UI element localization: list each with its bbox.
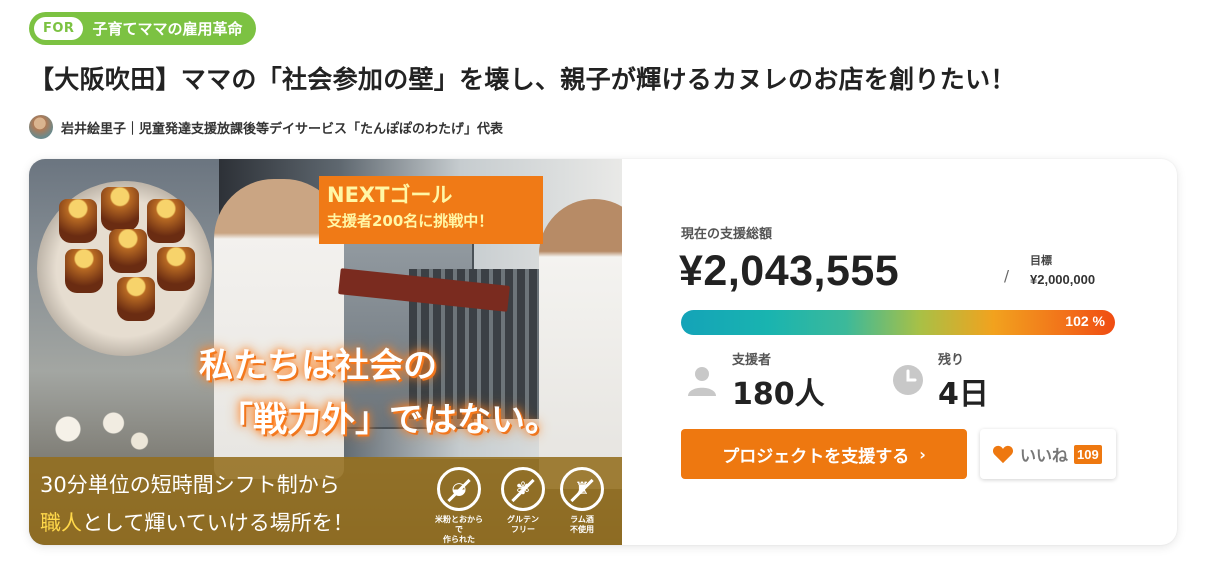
- project-title: 【大阪吹田】ママの「社会参加の壁」を壊し、親子が輝けるカヌレのお店を創りたい！: [29, 65, 1016, 94]
- person-icon: [688, 367, 716, 396]
- remaining-label: 残り: [938, 353, 965, 368]
- chevron-right-icon: ›: [919, 444, 926, 464]
- supporters-label: 支援者: [732, 353, 772, 368]
- project-card: NEXTゴール 支援者200名に挑戦中！ 私たちは社会の 「戦力外」ではない。 …: [29, 159, 1177, 545]
- tag-prefix: FOR: [34, 17, 84, 40]
- avatar: [29, 115, 53, 139]
- headline-line-2: 「戦力外」ではない。: [219, 400, 559, 440]
- funding-panel: 現在の支援総額 ¥2,043,555 / 目標 ¥2,000,000 102 %…: [622, 159, 1177, 545]
- hero-headline: 私たちは社会の 「戦力外」ではない。: [199, 339, 559, 447]
- amount-separator: /: [1004, 267, 1010, 285]
- headline-line-1: 私たちは社会の: [199, 346, 437, 386]
- progress-percent: 102 %: [1065, 313, 1105, 329]
- progress-fill: [681, 310, 1115, 335]
- hero-caption-band: 30分単位の短時間シフト制から 職人として輝いていける場所を！ ◒ 米粉とおから…: [29, 457, 622, 545]
- project-owner[interactable]: 岩井絵里子｜児童発達支援放課後等デイサービス「たんぽぽのわたげ」代表: [29, 114, 503, 140]
- hero-image: NEXTゴール 支援者200名に挑戦中！ 私たちは社会の 「戦力外」ではない。 …: [29, 159, 622, 545]
- total-label: 現在の支援総額: [681, 227, 773, 242]
- flower-decoration: [29, 399, 159, 459]
- goal-label: 目標: [1030, 254, 1052, 267]
- band-line-1: 30分単位の短時間シフト制から: [40, 473, 340, 497]
- heart-icon: [992, 445, 1014, 464]
- bottle-badge: ♜ ラム酒 不使用: [558, 467, 606, 535]
- rice-bowl-badge: ◒ 米粉とおからで 作られた: [435, 467, 483, 545]
- band-line-2: 職人として輝いていける場所を！: [40, 507, 354, 537]
- next-goal-subtitle: 支援者200名に挑戦中！: [327, 212, 494, 230]
- supporters-value: 180人: [732, 377, 825, 412]
- remaining-value: 4日: [938, 377, 989, 412]
- band-line-2-rest: として輝いていける場所を！: [82, 511, 354, 535]
- tag-label: 子育てママの雇用革命: [92, 20, 243, 38]
- support-project-button[interactable]: プロジェクトを支援する ›: [681, 429, 967, 479]
- wheat-badge: ✾ グルテン フリー: [499, 467, 547, 535]
- next-goal-title: NEXTゴール: [327, 183, 453, 207]
- bottle-icon: ♜: [574, 479, 590, 499]
- owner-name: 岩井絵里子｜児童発達支援放課後等デイサービス「たんぽぽのわたげ」代表: [61, 121, 504, 137]
- goal-amount: ¥2,000,000: [1030, 272, 1096, 287]
- like-label: いいね: [1020, 446, 1069, 465]
- clock-icon: [893, 365, 923, 395]
- progress-bar: 102 %: [681, 310, 1115, 335]
- wheat-icon: ✾: [515, 479, 531, 499]
- rice-bowl-icon: ◒: [451, 479, 467, 499]
- like-count: 109: [1074, 444, 1102, 464]
- band-highlight: 職人: [40, 511, 82, 535]
- next-goal-box: NEXTゴール 支援者200名に挑戦中！: [319, 176, 543, 244]
- support-button-label: プロジェクトを支援する: [722, 446, 910, 467]
- category-tag[interactable]: FOR 子育てママの雇用革命: [29, 12, 257, 45]
- total-amount: ¥2,043,555: [679, 247, 900, 295]
- like-button[interactable]: いいね 109: [980, 429, 1116, 479]
